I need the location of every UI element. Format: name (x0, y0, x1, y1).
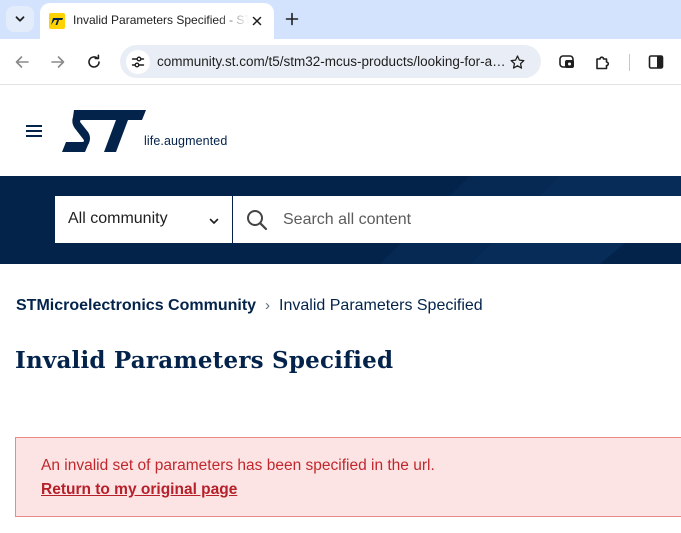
error-message: An invalid set of parameters has been sp… (41, 457, 435, 474)
address-bar[interactable]: community.st.com/t5/stm32-mcus-products/… (120, 45, 541, 78)
search-icon[interactable] (245, 208, 269, 232)
toolbar-divider (629, 54, 630, 71)
logo-tagline: life.augmented (144, 134, 228, 148)
side-panel-icon (648, 55, 664, 69)
st-logo[interactable] (60, 108, 146, 159)
back-button[interactable] (11, 51, 33, 73)
breadcrumb: STMicroelectronics Community › Invalid Par… (16, 297, 483, 315)
st-favicon-icon (49, 13, 65, 29)
plus-icon (285, 12, 299, 26)
breadcrumb-separator-icon: › (265, 297, 271, 314)
browser-toolbar: community.st.com/t5/stm32-mcus-products/… (0, 39, 681, 85)
arrow-left-icon (15, 56, 29, 68)
error-alert: An invalid set of parameters has been sp… (15, 437, 681, 517)
tune-icon (131, 56, 145, 68)
page-title: Invalid Parameters Specified (15, 347, 394, 374)
new-tab-button[interactable] (282, 9, 302, 29)
active-tab[interactable]: Invalid Parameters Specified - STMicroel… (40, 3, 274, 39)
search-scope-dropdown[interactable]: All community (55, 196, 232, 243)
side-panel-button[interactable] (645, 51, 667, 73)
reload-icon (88, 54, 100, 68)
search-box[interactable] (233, 196, 681, 243)
search-input[interactable] (283, 207, 663, 233)
extension-button[interactable] (556, 51, 578, 73)
site-info-button[interactable] (126, 50, 150, 74)
search-band: All community (0, 176, 681, 264)
browser-tabstrip: Invalid Parameters Specified - STMicroel… (0, 0, 681, 39)
extensions-menu-button[interactable] (592, 51, 614, 73)
forward-button[interactable] (47, 51, 69, 73)
breadcrumb-home-link[interactable]: STMicroelectronics Community (16, 297, 256, 314)
reload-button[interactable] (83, 51, 105, 73)
return-to-original-page-link[interactable]: Return to my original page (41, 481, 237, 499)
star-icon (509, 54, 525, 69)
tab-title: Invalid Parameters Specified - STMicroel… (73, 13, 249, 27)
tab-search-button[interactable] (6, 6, 34, 32)
arrow-right-icon (51, 56, 65, 68)
breadcrumb-current: Invalid Parameters Specified (279, 297, 483, 314)
chevron-down-icon (15, 16, 25, 22)
puzzle-icon (596, 56, 610, 70)
hamburger-menu-icon[interactable] (26, 123, 44, 139)
extension-badge-icon (559, 55, 574, 68)
chevron-down-icon (209, 218, 219, 224)
site-header: life.augmented (0, 86, 681, 176)
search-scope-label: All community (68, 210, 168, 227)
url-text[interactable]: community.st.com/t5/stm32-mcus-products/… (157, 54, 506, 69)
close-tab-button[interactable] (247, 11, 267, 31)
close-icon (252, 16, 262, 26)
bookmark-button[interactable] (506, 51, 528, 73)
